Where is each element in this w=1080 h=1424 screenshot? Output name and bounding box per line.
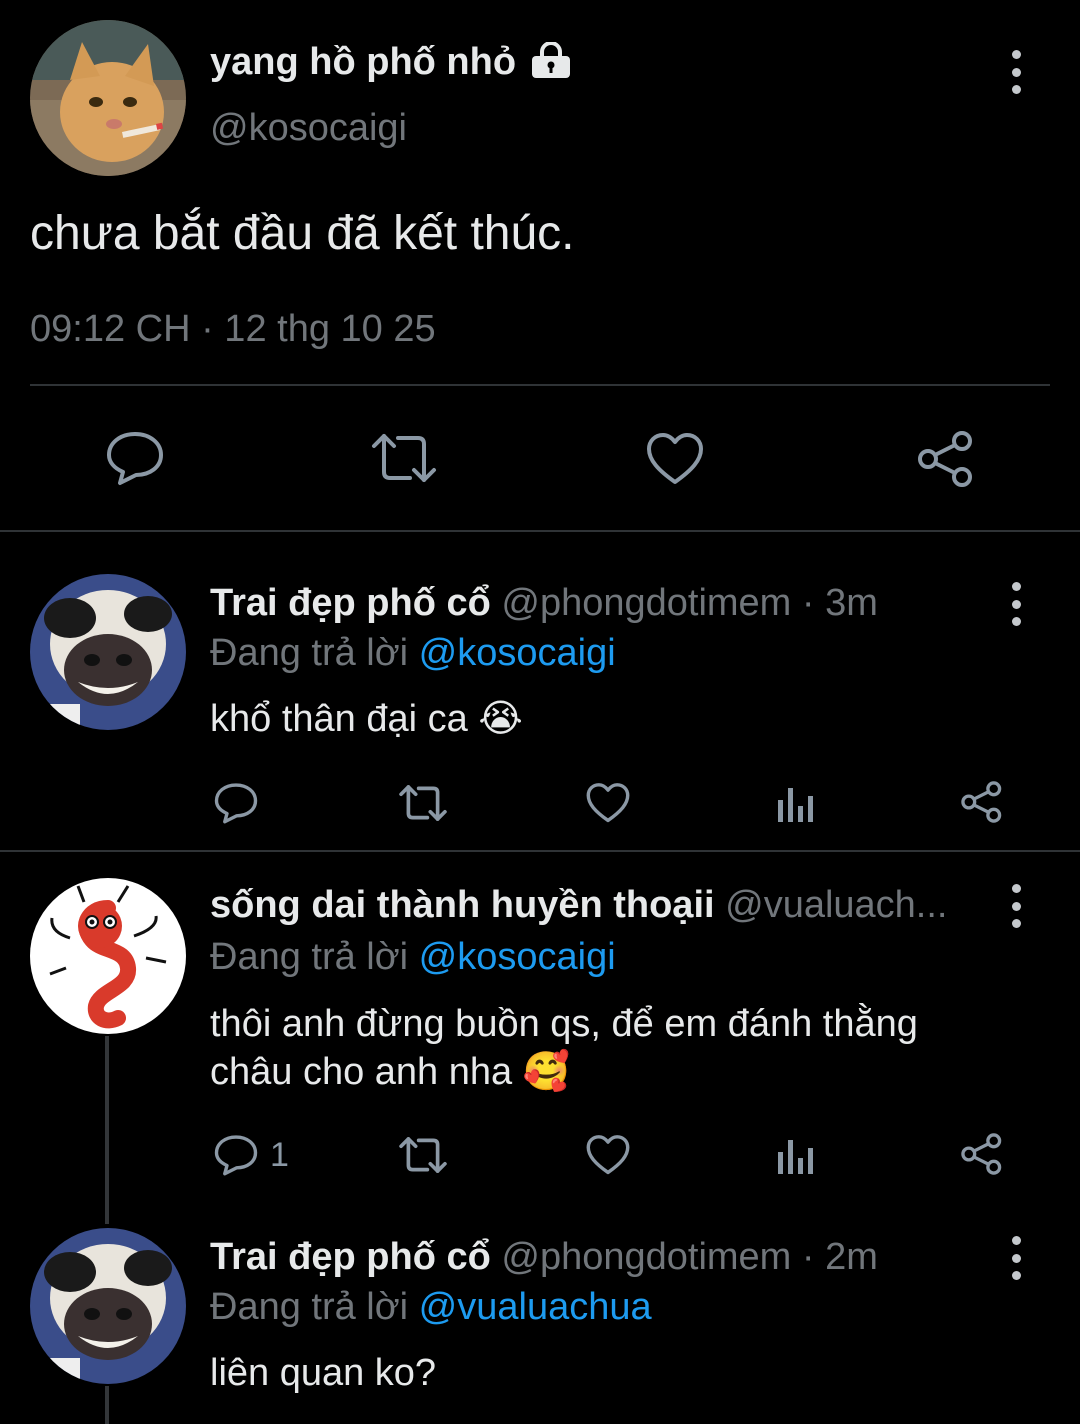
share-icon[interactable]	[960, 1132, 1004, 1176]
retweet-icon[interactable]	[398, 1136, 448, 1174]
like-icon[interactable]	[586, 1134, 630, 1176]
main-author-handle[interactable]: @kosocaigi	[210, 104, 407, 152]
replying-to-mention[interactable]: @kosocaigi	[419, 936, 616, 978]
analytics-icon[interactable]	[776, 1136, 816, 1174]
reply-time: · 2m	[801, 1236, 878, 1278]
reply-more-options-icon[interactable]	[1006, 582, 1026, 626]
share-icon[interactable]	[916, 430, 976, 488]
dragon-avatar-image	[30, 878, 186, 1034]
reply-text-line-2: châu cho anh nha 🥰	[210, 1048, 918, 1096]
reply-header: sống dai thành huyền thoạii @vualuach...	[210, 882, 947, 928]
replying-to-line: Đang trả lời @kosocaigi	[210, 630, 616, 676]
reply-text: khổ thân đại ca 😭	[210, 696, 523, 742]
reply-time: · 3m	[801, 582, 878, 624]
reply-author-handle[interactable]: @phongdotimem	[501, 582, 791, 624]
replying-to-prefix: Đang trả lời	[210, 1286, 409, 1328]
reply-text: thôi anh đừng buồn qs, để em đánh thằng …	[210, 1000, 918, 1096]
reply-author-avatar[interactable]	[30, 1228, 186, 1384]
like-icon[interactable]	[586, 782, 630, 824]
main-tweet-divider	[30, 384, 1050, 386]
reply-author-avatar[interactable]	[30, 574, 186, 730]
main-more-options-icon[interactable]	[1006, 50, 1026, 94]
reply-author-avatar[interactable]	[30, 878, 186, 1034]
reply-author-name[interactable]: Trai đẹp phố cổ	[210, 582, 491, 624]
main-author-name[interactable]: yang hồ phố nhỏ	[210, 38, 516, 86]
smiling-face-hearts-emoji: 🥰	[522, 1051, 571, 1093]
reply-header: Trai đẹp phố cổ @phongdotimem · 2m	[210, 1234, 878, 1280]
replying-to-prefix: Đang trả lời	[210, 936, 409, 978]
reply-text: liên quan ko?	[210, 1352, 437, 1394]
replying-to-line: Đang trả lời @vualuachua	[210, 1284, 652, 1330]
main-author-avatar[interactable]	[30, 20, 186, 176]
replying-to-mention[interactable]: @vualuachua	[419, 1286, 652, 1328]
reply-author-name[interactable]: sống dai thành huyền thoạii	[210, 884, 715, 926]
reply-text-body: khổ thân đại ca	[210, 698, 468, 740]
reply-author-handle[interactable]: @vualuach...	[725, 884, 947, 926]
like-icon[interactable]	[646, 432, 704, 486]
reply-count: 1	[270, 1136, 289, 1174]
lock-icon	[530, 42, 572, 78]
reply-icon[interactable]	[214, 782, 258, 824]
analytics-icon[interactable]	[776, 784, 816, 822]
share-icon[interactable]	[960, 780, 1004, 824]
reply-text-line-1: thôi anh đừng buồn qs, để em đánh thằng	[210, 1003, 918, 1045]
reply-header: Trai đẹp phố cổ @phongdotimem · 3m	[210, 580, 878, 626]
cow-avatar-image	[30, 574, 186, 730]
replying-to-mention[interactable]: @kosocaigi	[419, 632, 616, 674]
main-tweet-text: chưa bắt đầu đã kết thúc.	[30, 207, 575, 260]
thread-line	[105, 1386, 109, 1424]
replying-to-line: Đang trả lời @kosocaigi	[210, 934, 616, 980]
reply-text-line-2-body: châu cho anh nha	[210, 1051, 513, 1093]
thread-line	[105, 1036, 109, 1224]
section-divider	[0, 530, 1080, 532]
cat-avatar-image	[30, 20, 186, 176]
cow-avatar-image	[30, 1228, 186, 1384]
reply-author-handle[interactable]: @phongdotimem	[501, 1236, 791, 1278]
section-divider	[0, 850, 1080, 852]
replying-to-prefix: Đang trả lời	[210, 632, 409, 674]
reply-more-options-icon[interactable]	[1006, 1236, 1026, 1280]
reply-icon[interactable]	[106, 430, 164, 486]
crying-face-emoji: 😭	[478, 698, 523, 740]
reply-icon[interactable]	[214, 1134, 258, 1176]
retweet-icon[interactable]	[370, 432, 438, 484]
reply-more-options-icon[interactable]	[1006, 884, 1026, 928]
reply-author-name[interactable]: Trai đẹp phố cổ	[210, 1236, 491, 1278]
retweet-icon[interactable]	[398, 784, 448, 822]
main-tweet-timestamp: 09:12 CH · 12 thg 10 25	[30, 308, 436, 350]
